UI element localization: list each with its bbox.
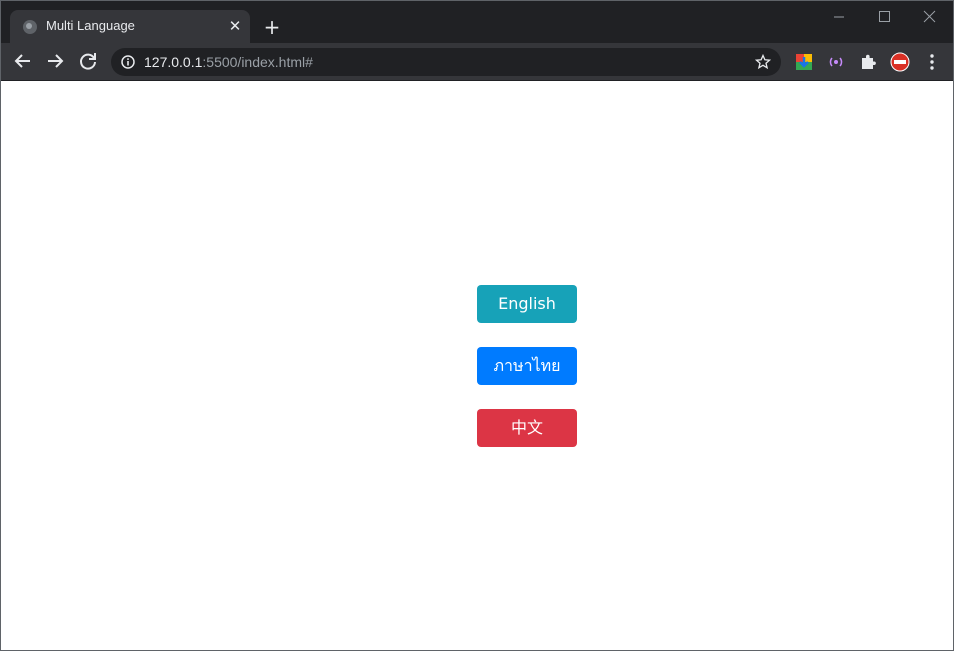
browser-window: Multi Language ✕ + 127.0.0.1:5500/index.… [0,0,954,651]
url-host: 127.0.0.1 [144,54,203,70]
recording-extension-icon[interactable] [890,52,910,72]
broadcast-extension-icon[interactable] [826,52,846,72]
thai-button[interactable]: ภาษาไทย [477,347,577,385]
address-bar[interactable]: 127.0.0.1:5500/index.html# [111,48,781,76]
arrow-left-icon[interactable] [12,50,34,72]
new-tab-button[interactable]: + [261,16,283,38]
page-content: English ภาษาไทย 中文 [1,81,953,650]
info-icon[interactable] [121,55,135,69]
chinese-button[interactable]: 中文 [477,409,577,447]
english-button[interactable]: English [477,285,577,323]
puzzle-icon[interactable] [858,52,878,72]
tab-multi-language[interactable]: Multi Language ✕ [10,10,250,43]
tab-title: Multi Language [46,18,135,33]
url-text: 127.0.0.1:5500/index.html# [144,54,313,70]
tab-strip: Multi Language ✕ + [1,1,953,43]
browser-toolbar: 127.0.0.1:5500/index.html# [1,43,953,81]
close-tab-icon[interactable]: ✕ [226,17,244,35]
globe-icon [23,20,37,34]
star-icon[interactable] [755,54,771,70]
maximize-icon[interactable] [869,7,899,27]
minimize-icon[interactable] [824,7,854,27]
kebab-menu-icon[interactable] [923,52,941,72]
reload-icon[interactable] [77,50,99,72]
download-extension-icon[interactable] [794,52,814,72]
arrow-right-icon[interactable] [44,50,66,72]
close-window-icon[interactable] [914,7,944,27]
url-path: :5500/index.html# [202,54,313,70]
